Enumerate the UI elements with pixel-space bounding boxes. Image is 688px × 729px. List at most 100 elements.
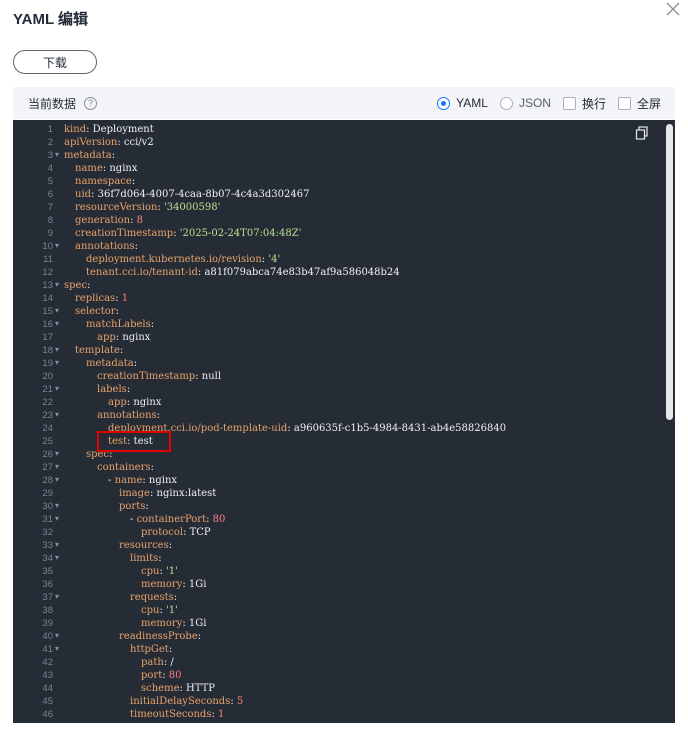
fold-caret-icon[interactable]: ▾ bbox=[55, 343, 59, 356]
fold-caret-icon[interactable]: ▾ bbox=[55, 317, 59, 330]
yaml-key: kind bbox=[64, 124, 87, 135]
code-line[interactable]: 37 ▾ requests: bbox=[13, 591, 663, 604]
code-line[interactable]: 28 ▾ - name: nginx bbox=[13, 474, 663, 487]
code-line[interactable]: 35 cpu: '1' bbox=[13, 565, 663, 578]
code-line[interactable]: 16 ▾ matchLabels: bbox=[13, 318, 663, 331]
copy-icon[interactable] bbox=[635, 126, 649, 140]
fold-caret-icon[interactable]: ▾ bbox=[55, 538, 59, 551]
scrollbar-thumb[interactable] bbox=[666, 124, 673, 420]
yaml-key: metadata bbox=[64, 150, 112, 161]
code-line[interactable]: 24 deployment.cci.io/pod-template-uid: a9… bbox=[13, 422, 663, 435]
code-line[interactable]: 1 kind: Deployment bbox=[13, 123, 663, 136]
yaml-number: 5 bbox=[236, 696, 244, 707]
code-text: image: nginx:latest bbox=[119, 487, 216, 500]
code-line[interactable]: 38 cpu: '1' bbox=[13, 604, 663, 617]
fold-caret-icon[interactable]: ▾ bbox=[55, 382, 59, 395]
code-line[interactable]: 5 namespace: bbox=[13, 175, 663, 188]
code-line[interactable]: 30 ▾ ports: bbox=[13, 500, 663, 513]
code-line[interactable]: 42 path: / bbox=[13, 656, 663, 669]
fold-caret-icon[interactable]: ▾ bbox=[55, 499, 59, 512]
fold-caret-icon[interactable]: ▾ bbox=[55, 148, 59, 161]
code-editor[interactable]: 1 kind: Deployment 2 apiVersion: cci/v2 3 ▾ me… bbox=[13, 120, 675, 723]
fold-caret-icon[interactable]: ▾ bbox=[55, 239, 59, 252]
yaml-key: namespace bbox=[75, 176, 132, 187]
fullscreen-checkbox[interactable]: 全屏 bbox=[617, 95, 661, 112]
yaml-radio[interactable]: YAML bbox=[437, 96, 488, 110]
code-line[interactable]: 40 ▾ readinessProbe: bbox=[13, 630, 663, 643]
help-circle-icon[interactable]: ? bbox=[84, 96, 98, 110]
code-text: timeoutSeconds: 1 bbox=[130, 708, 224, 721]
yaml-key: creationTimestamp bbox=[97, 371, 196, 382]
code-line[interactable]: 33 ▾ resources: bbox=[13, 539, 663, 552]
code-line[interactable]: 31 ▾ - containerPort: 80 bbox=[13, 513, 663, 526]
fullscreen-checkbox-box[interactable] bbox=[617, 96, 631, 110]
code-line[interactable]: 45 initialDelaySeconds: 5 bbox=[13, 695, 663, 708]
code-line[interactable]: 25 test: test bbox=[13, 435, 663, 448]
wrap-checkbox[interactable]: 换行 bbox=[562, 95, 606, 112]
fold-caret-icon[interactable]: ▾ bbox=[55, 356, 59, 369]
fold-caret-icon[interactable]: ▾ bbox=[55, 590, 59, 603]
fold-caret-icon[interactable]: ▾ bbox=[55, 278, 59, 291]
line-number: 14 bbox=[42, 293, 53, 304]
code-lines[interactable]: 1 kind: Deployment 2 apiVersion: cci/v2 3 ▾ me… bbox=[13, 123, 663, 721]
code-line[interactable]: 36 memory: 1Gi bbox=[13, 578, 663, 591]
code-line[interactable]: 3 ▾ metadata: bbox=[13, 149, 663, 162]
code-line[interactable]: 21 ▾ labels: bbox=[13, 383, 663, 396]
editor-toolbar: 当前数据 ? YAML JSON 换行 全屏 bbox=[13, 87, 675, 119]
code-line[interactable]: 19 ▾ metadata: bbox=[13, 357, 663, 370]
code-line[interactable]: 44 scheme: HTTP bbox=[13, 682, 663, 695]
code-line[interactable]: 29 image: nginx:latest bbox=[13, 487, 663, 500]
fold-caret-icon[interactable]: ▾ bbox=[55, 629, 59, 642]
yaml-key: matchLabels bbox=[86, 319, 151, 330]
line-number: 17 bbox=[42, 332, 53, 343]
line-number: 5 bbox=[47, 176, 53, 187]
code-line[interactable]: 13 ▾ spec: bbox=[13, 279, 663, 292]
code-line[interactable]: 7 resourceVersion: '34000598' bbox=[13, 201, 663, 214]
yaml-value: : cci/v2 bbox=[117, 137, 154, 148]
yaml-key: containers bbox=[97, 462, 151, 473]
code-line[interactable]: 11 deployment.kubernetes.io/revision: '4' bbox=[13, 253, 663, 266]
yaml-key: name bbox=[114, 475, 143, 486]
json-radio[interactable]: JSON bbox=[499, 96, 551, 110]
line-number: 40 bbox=[42, 631, 53, 642]
code-line[interactable]: 27 ▾ containers: bbox=[13, 461, 663, 474]
yaml-key: selector bbox=[75, 306, 116, 317]
code-line[interactable]: 10 ▾ annotations: bbox=[13, 240, 663, 253]
fold-caret-icon[interactable]: ▾ bbox=[55, 447, 59, 460]
code-line[interactable]: 14 replicas: 1 bbox=[13, 292, 663, 305]
fold-caret-icon[interactable]: ▾ bbox=[55, 512, 59, 525]
code-line[interactable]: 23 ▾ annotations: bbox=[13, 409, 663, 422]
code-line[interactable]: 46 timeoutSeconds: 1 bbox=[13, 708, 663, 721]
yaml-value: : a81f079abca74e83b47af9a586048b24 bbox=[197, 267, 400, 278]
wrap-checkbox-box[interactable] bbox=[562, 96, 576, 110]
code-line[interactable]: 6 uid: 36f7d064-4007-4caa-8b07-4c4a3d3024… bbox=[13, 188, 663, 201]
radio-checked-indicator[interactable] bbox=[437, 96, 451, 110]
code-line[interactable]: 2 apiVersion: cci/v2 bbox=[13, 136, 663, 149]
fold-caret-icon[interactable]: ▾ bbox=[55, 473, 59, 486]
code-line[interactable]: 43 port: 80 bbox=[13, 669, 663, 682]
code-line[interactable]: 15 ▾ selector: bbox=[13, 305, 663, 318]
code-line[interactable]: 17 app: nginx bbox=[13, 331, 663, 344]
code-line[interactable]: 8 generation: 8 bbox=[13, 214, 663, 227]
code-line[interactable]: 12 tenant.cci.io/tenant-id: a81f079abca74… bbox=[13, 266, 663, 279]
code-line[interactable]: 9 creationTimestamp: '2025-02-24T07:04:48… bbox=[13, 227, 663, 240]
fold-caret-icon[interactable]: ▾ bbox=[55, 551, 59, 564]
code-line[interactable]: 32 protocol: TCP bbox=[13, 526, 663, 539]
yaml-key: test bbox=[108, 436, 128, 447]
close-icon[interactable] bbox=[664, 0, 682, 18]
code-line[interactable]: 20 creationTimestamp: null bbox=[13, 370, 663, 383]
code-line[interactable]: 4 name: nginx bbox=[13, 162, 663, 175]
code-line[interactable]: 22 app: nginx bbox=[13, 396, 663, 409]
code-line[interactable]: 41 ▾ httpGet: bbox=[13, 643, 663, 656]
download-button[interactable]: 下载 bbox=[13, 50, 97, 74]
code-line[interactable]: 26 ▾ spec: bbox=[13, 448, 663, 461]
code-line[interactable]: 34 ▾ limits: bbox=[13, 552, 663, 565]
fold-caret-icon[interactable]: ▾ bbox=[55, 642, 59, 655]
code-line[interactable]: 39 memory: 1Gi bbox=[13, 617, 663, 630]
fold-caret-icon[interactable]: ▾ bbox=[55, 460, 59, 473]
yaml-key: apiVersion bbox=[64, 137, 118, 148]
fold-caret-icon[interactable]: ▾ bbox=[55, 408, 59, 421]
radio-unchecked-indicator[interactable] bbox=[499, 96, 513, 110]
fold-caret-icon[interactable]: ▾ bbox=[55, 304, 59, 317]
code-line[interactable]: 18 ▾ template: bbox=[13, 344, 663, 357]
